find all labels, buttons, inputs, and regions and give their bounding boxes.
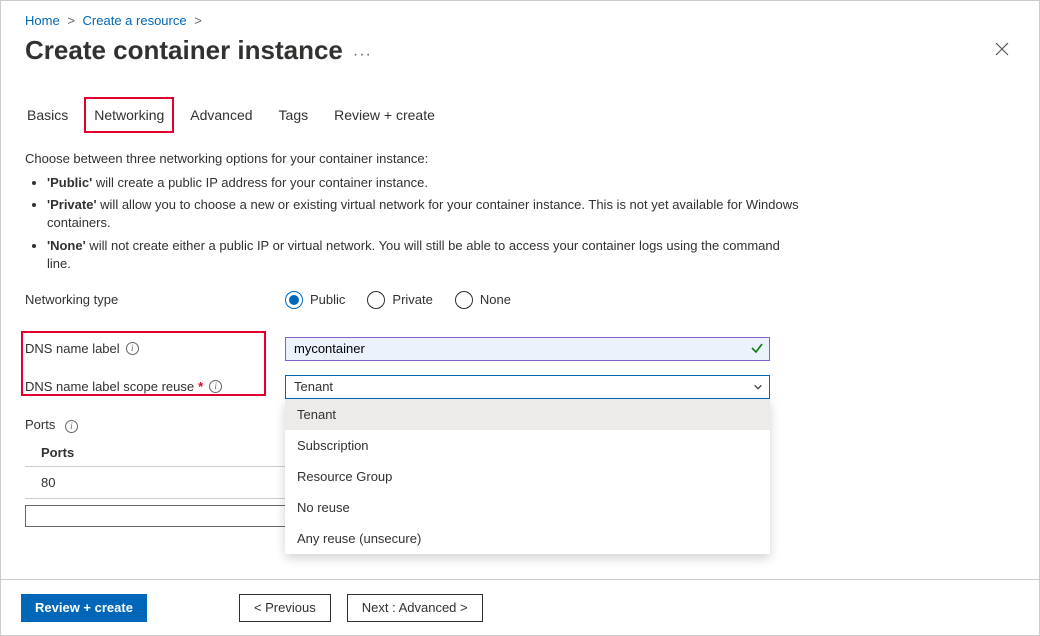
tab-advanced[interactable]: Advanced xyxy=(188,101,254,133)
required-icon: * xyxy=(198,379,203,394)
breadcrumb-sep: > xyxy=(67,13,75,28)
review-create-button[interactable]: Review + create xyxy=(21,594,147,622)
dropdown-option-subscription[interactable]: Subscription xyxy=(285,430,770,461)
dns-scope-reuse-dropdown: Tenant Subscription Resource Group No re… xyxy=(285,399,770,554)
dropdown-option-any-reuse[interactable]: Any reuse (unsecure) xyxy=(285,523,770,554)
radio-icon xyxy=(285,291,303,309)
close-icon xyxy=(995,42,1009,56)
tab-basics[interactable]: Basics xyxy=(25,101,70,133)
tab-networking[interactable]: Networking xyxy=(92,101,166,133)
radio-private[interactable]: Private xyxy=(367,291,432,309)
dropdown-option-no-reuse[interactable]: No reuse xyxy=(285,492,770,523)
dropdown-option-resource-group[interactable]: Resource Group xyxy=(285,461,770,492)
tab-bar: Basics Networking Advanced Tags Review +… xyxy=(25,101,1015,133)
networking-type-label: Networking type xyxy=(25,292,118,307)
radio-public[interactable]: Public xyxy=(285,291,345,309)
radio-label: Public xyxy=(310,292,345,307)
info-icon[interactable]: i xyxy=(65,420,78,433)
select-value: Tenant xyxy=(294,379,333,394)
radio-label: None xyxy=(480,292,511,307)
intro-bullet-none: 'None' will not create either a public I… xyxy=(47,237,805,273)
intro-lead: Choose between three networking options … xyxy=(25,151,805,166)
intro-bullet-public: 'Public' will create a public IP address… xyxy=(47,174,805,192)
radio-icon xyxy=(455,291,473,309)
dns-scope-reuse-label: DNS name label scope reuse xyxy=(25,379,194,394)
close-button[interactable] xyxy=(989,34,1015,67)
wizard-footer: Review + create < Previous Next : Advanc… xyxy=(1,579,1039,635)
dns-scope-reuse-select[interactable]: Tenant Tenant Subscription Resource Grou… xyxy=(285,375,770,399)
ports-label: Ports xyxy=(25,417,55,432)
more-icon[interactable]: ··· xyxy=(353,46,372,64)
breadcrumb-create-resource[interactable]: Create a resource xyxy=(83,13,187,28)
page-title: Create container instance xyxy=(25,35,343,66)
dns-name-label-label: DNS name label xyxy=(25,341,120,356)
tab-review-create[interactable]: Review + create xyxy=(332,101,437,133)
intro-text: Choose between three networking options … xyxy=(25,151,805,273)
radio-none[interactable]: None xyxy=(455,291,511,309)
radio-icon xyxy=(367,291,385,309)
radio-label: Private xyxy=(392,292,432,307)
info-icon[interactable]: i xyxy=(209,380,222,393)
previous-button[interactable]: < Previous xyxy=(239,594,331,622)
dropdown-option-tenant[interactable]: Tenant xyxy=(285,399,770,430)
networking-type-radiogroup: Public Private None xyxy=(285,291,770,309)
intro-bullet-private: 'Private' will allow you to choose a new… xyxy=(47,196,805,232)
chevron-down-icon xyxy=(753,382,763,392)
breadcrumb-home[interactable]: Home xyxy=(25,13,60,28)
valid-icon xyxy=(750,341,764,358)
dns-name-label-input[interactable] xyxy=(285,337,770,361)
breadcrumb-sep: > xyxy=(194,13,202,28)
create-container-page: Home > Create a resource > Create contai… xyxy=(0,0,1040,636)
breadcrumb: Home > Create a resource > xyxy=(25,9,1015,34)
next-button[interactable]: Next : Advanced > xyxy=(347,594,483,622)
info-icon[interactable]: i xyxy=(126,342,139,355)
tab-tags[interactable]: Tags xyxy=(277,101,311,133)
